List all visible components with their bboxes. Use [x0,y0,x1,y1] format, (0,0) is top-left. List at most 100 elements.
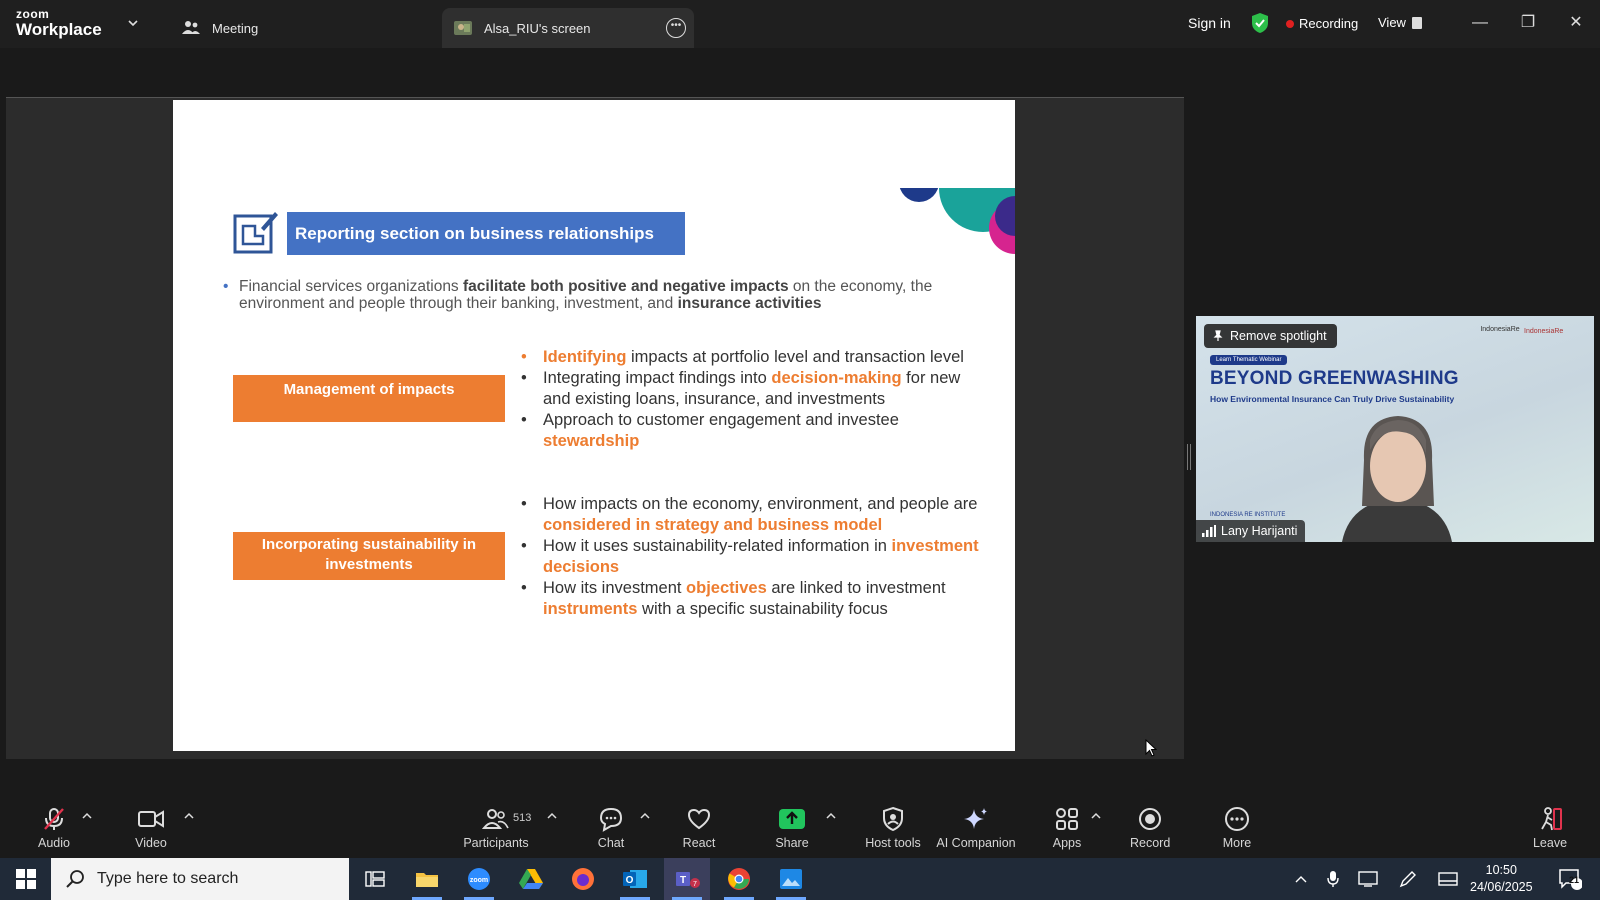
restore-icon[interactable]: ❐ [1517,12,1539,34]
participant-name-tag: Lany Harijanti [1196,520,1306,542]
intro-bold-2: insurance activities [677,295,822,312]
file-explorer-icon[interactable] [404,858,450,900]
recording-dot-icon [1286,19,1294,28]
host-tools-label: Host tools [865,836,921,850]
tab-meeting[interactable]: Meeting [176,8,426,48]
close-icon[interactable]: ✕ [1565,12,1587,34]
webinar-subhead: How Environmental Insurance Can Truly Dr… [1210,394,1455,404]
tray-microphone-icon[interactable] [1322,858,1344,900]
zoom-workplace-logo[interactable]: zoom Workplace [16,8,112,40]
more-button[interactable]: More [1217,806,1257,850]
audio-button[interactable]: Audio [34,806,74,850]
google-drive-icon[interactable] [508,858,554,900]
signal-bars-icon [1202,525,1216,537]
search-icon [66,870,84,888]
chat-bubble-icon [599,807,623,832]
meeting-toolbar: Audio Video Participants Chat React Shar… [0,800,1600,858]
sign-in-link[interactable]: Sign in [1188,15,1231,31]
participants-options-caret-icon[interactable] [547,812,557,820]
notification-center-icon[interactable]: 21 [1554,858,1586,900]
apps-grid-icon [1056,808,1078,830]
tray-display-icon[interactable] [1356,858,1380,900]
leave-button[interactable]: Leave [1530,806,1570,850]
teams-icon[interactable]: T7 [664,858,710,900]
host-tools-button[interactable]: Host tools [860,806,926,850]
share-options-caret-icon[interactable] [826,812,836,820]
apps-options-caret-icon[interactable] [1091,812,1101,820]
react-button[interactable]: React [679,806,719,850]
highlight-text: decision-making [771,369,902,387]
ai-companion-label: AI Companion [936,836,1016,850]
notification-count: 21 [1569,875,1580,885]
ai-companion-button[interactable]: AI Companion [932,806,1020,850]
webinar-headline: BEYOND GREENWASHING [1210,368,1459,389]
tab-shared-screen[interactable]: Alsa_RIU's screen ••• [442,8,694,48]
intro-part-1: Financial services organizations [239,278,463,295]
avatar-icon [452,19,474,37]
svg-text:T: T [680,875,686,886]
speaker-image [1342,416,1452,542]
sustainability-bullet-list: • How impacts on the economy, environmen… [519,494,979,620]
bullet-dot: • [521,348,527,366]
video-label: Video [135,836,167,850]
list-text: Integrating impact findings into [543,369,772,387]
brand-top: zoom [16,7,50,21]
more-options-icon[interactable]: ••• [666,18,686,38]
chat-button[interactable]: Chat [591,806,631,850]
share-screen-icon [779,809,805,829]
record-icon [1139,808,1161,830]
outlook-icon[interactable]: O [612,858,658,900]
share-button[interactable]: Share [772,806,812,850]
task-view-icon[interactable] [352,858,398,900]
chrome-icon[interactable] [716,858,762,900]
video-button[interactable]: Video [131,806,171,850]
zoom-app-icon[interactable]: zoom [456,858,502,900]
heart-icon [687,808,711,830]
bullet-dot: • [521,369,527,387]
intro-bullet: • Financial services organizations facil… [223,278,983,312]
taskbar-search-input[interactable]: Type here to search [51,858,349,900]
list-text: Approach to customer engagement and inve… [543,411,899,429]
windows-start-icon[interactable] [16,869,36,889]
photos-app-icon[interactable] [768,858,814,900]
leave-label: Leave [1532,836,1568,850]
intro-bold-1: facilitate both positive and negative im… [463,278,789,295]
view-button[interactable]: View [1378,15,1422,30]
video-options-caret-icon[interactable] [184,812,194,820]
slide-title: Reporting section on business relationsh… [287,212,685,255]
tray-overflow-chevron-icon[interactable] [1290,858,1312,900]
remove-spotlight-button[interactable]: Remove spotlight [1204,324,1337,348]
speaker-video-tile[interactable]: IndonesiaRe IndonesiaRe Learn Thematic W… [1196,316,1594,542]
highlight-text: stewardship [543,432,640,450]
remove-spotlight-label: Remove spotlight [1230,329,1327,343]
host-shield-icon [883,806,903,832]
audio-options-caret-icon[interactable] [82,812,92,820]
bullet-dot: • [521,579,527,597]
tray-pen-icon[interactable] [1396,858,1420,900]
taskbar-clock[interactable]: 10:50 24/06/2025 [1470,862,1533,896]
encryption-shield-icon[interactable] [1250,12,1270,34]
firefox-icon[interactable] [560,858,606,900]
people-icon [180,19,202,37]
recording-indicator[interactable]: Recording [1286,16,1358,31]
webinar-tag: Learn Thematic Webinar [1210,355,1288,365]
record-button[interactable]: Record [1130,806,1170,850]
svg-text:7: 7 [693,881,697,888]
chat-label: Chat [597,836,625,850]
svg-text:zoom: zoom [470,877,488,884]
record-label: Record [1130,836,1171,850]
apps-button[interactable]: Apps [1047,806,1087,850]
tray-keyboard-icon[interactable] [1436,858,1460,900]
panel-resize-handle[interactable] [1187,444,1191,470]
chevron-down-icon[interactable] [126,16,140,30]
highlight-text: considered in strategy and business mode… [543,516,883,534]
windows-taskbar: Type here to search zoom O T7 10:50 24/0… [0,858,1600,900]
leave-icon [1541,807,1562,831]
tab-shared-screen-label: Alsa_RIU's screen [484,20,591,36]
slide-decoration [899,188,1015,254]
bullet-dot: • [521,537,527,555]
minimize-icon[interactable]: — [1469,12,1491,34]
svg-text:O: O [626,875,634,886]
video-camera-icon [138,810,164,828]
chat-options-caret-icon[interactable] [640,812,650,820]
